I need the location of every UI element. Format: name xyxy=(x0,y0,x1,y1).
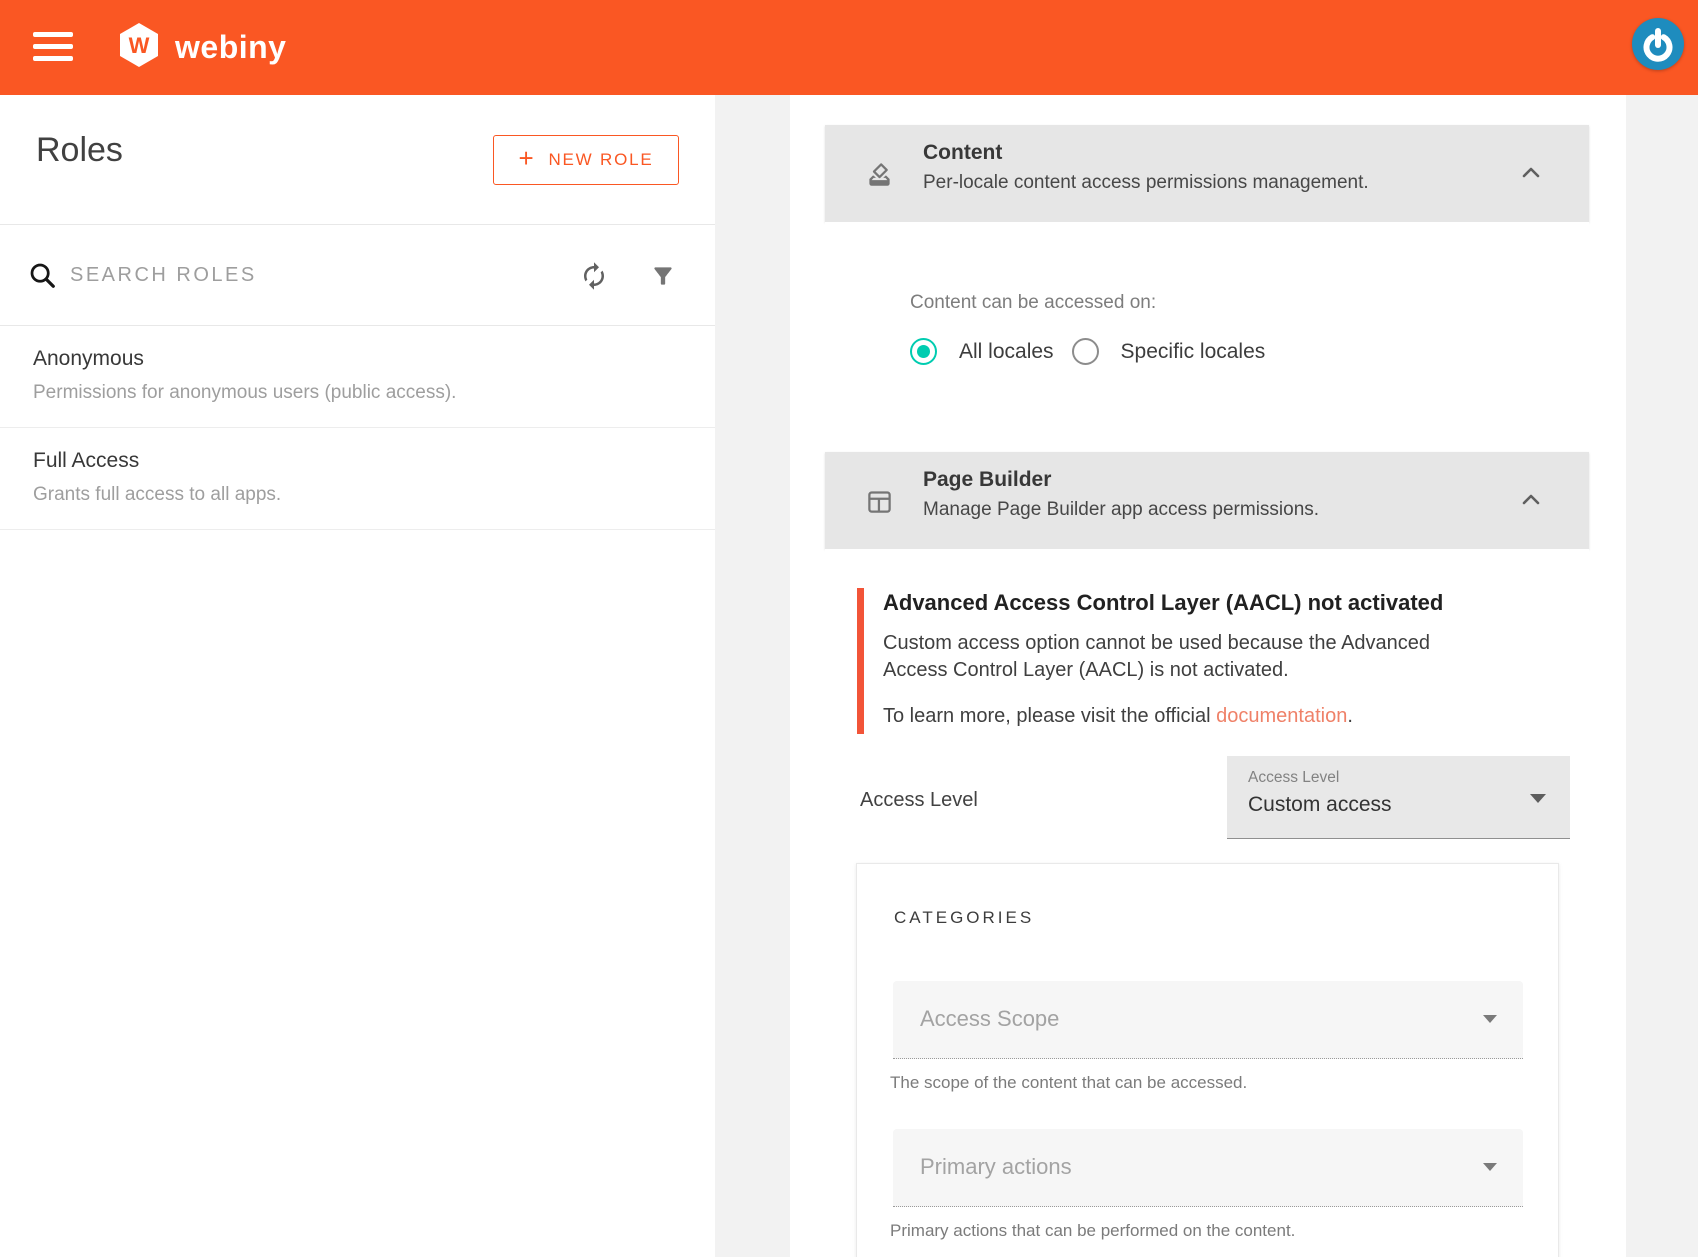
hamburger-menu-icon[interactable] xyxy=(33,32,73,62)
access-scope-select[interactable]: Access Scope xyxy=(893,981,1523,1059)
page-builder-section-body: Advanced Access Control Layer (AACL) not… xyxy=(825,549,1589,1257)
roles-list-header: Roles + NEW ROLE xyxy=(0,95,715,225)
user-avatar[interactable] xyxy=(1632,18,1684,70)
chevron-up-icon[interactable] xyxy=(1518,160,1544,186)
role-description: Grants full access to all apps. xyxy=(33,484,715,506)
content-section-subtitle: Per-locale content access permissions ma… xyxy=(923,172,1369,194)
accordion-header-page-builder[interactable]: Page Builder Manage Page Builder app acc… xyxy=(825,452,1589,549)
role-name: Anonymous xyxy=(33,347,715,371)
select-floating-label: Access Level xyxy=(1248,769,1339,787)
role-name: Full Access xyxy=(33,449,715,473)
dropdown-arrow-icon xyxy=(1530,794,1546,803)
top-app-bar: W webiny xyxy=(0,0,1698,95)
warning-link-line: To learn more, please visit the official… xyxy=(883,705,1497,728)
categories-heading: CATEGORIES xyxy=(894,908,1034,928)
refresh-icon[interactable] xyxy=(579,261,609,291)
page-builder-section-subtitle: Manage Page Builder app access permissio… xyxy=(923,499,1319,521)
radio-all-locales-label: All locales xyxy=(959,340,1054,364)
accordion-titles: Page Builder Manage Page Builder app acc… xyxy=(923,468,1319,521)
primary-actions-select[interactable]: Primary actions xyxy=(893,1129,1523,1207)
permissions-accordion: Content Per-locale content access permis… xyxy=(825,125,1589,1257)
access-level-row: Access Level Access Level Custom access xyxy=(860,756,1570,839)
access-scope-placeholder: Access Scope xyxy=(920,1006,1059,1032)
access-level-select[interactable]: Access Level Custom access xyxy=(1227,756,1570,839)
warning-link-prefix: To learn more, please visit the official xyxy=(883,705,1216,727)
brand-wordmark: webiny xyxy=(175,29,286,66)
content-section-title: Content xyxy=(923,141,1369,165)
documentation-link[interactable]: documentation xyxy=(1216,705,1347,727)
locales-radio-group: All locales Specific locales xyxy=(910,338,1265,365)
webiny-logo[interactable]: W webiny xyxy=(116,22,286,73)
search-icon xyxy=(27,260,57,290)
warning-body: Custom access option cannot be used beca… xyxy=(883,630,1483,684)
svg-text:W: W xyxy=(129,33,150,58)
webiny-hexagon-icon: W xyxy=(116,22,162,73)
aacl-warning-alert: Advanced Access Control Layer (AACL) not… xyxy=(857,588,1497,734)
content-permissions-icon xyxy=(866,161,893,188)
filter-icon[interactable] xyxy=(650,263,676,289)
locales-question-label: Content can be accessed on: xyxy=(910,292,1156,314)
radio-all-locales[interactable] xyxy=(910,338,937,365)
access-scope-helper-text: The scope of the content that can be acc… xyxy=(890,1073,1247,1093)
warning-link-suffix: . xyxy=(1347,705,1353,727)
page-builder-section-title: Page Builder xyxy=(923,468,1319,492)
new-role-button[interactable]: + NEW ROLE xyxy=(493,135,679,185)
accordion-titles: Content Per-locale content access permis… xyxy=(923,141,1369,194)
plus-icon: + xyxy=(518,143,535,174)
new-role-button-label: NEW ROLE xyxy=(548,150,653,170)
categories-card: CATEGORIES Access Scope The scope of the… xyxy=(856,863,1559,1257)
chevron-up-icon[interactable] xyxy=(1518,487,1544,513)
radio-specific-locales-label: Specific locales xyxy=(1121,340,1266,364)
access-level-selected-value: Custom access xyxy=(1248,793,1392,817)
primary-actions-placeholder: Primary actions xyxy=(920,1154,1072,1180)
search-bar xyxy=(0,225,715,326)
role-permissions-panel: Content Per-locale content access permis… xyxy=(790,95,1626,1257)
content-section-body: Content can be accessed on: All locales … xyxy=(825,222,1589,452)
warning-title: Advanced Access Control Layer (AACL) not… xyxy=(883,590,1497,616)
radio-specific-locales[interactable] xyxy=(1072,338,1099,365)
page-builder-icon xyxy=(866,488,893,515)
page-title: Roles xyxy=(36,131,123,170)
role-list-item-full-access[interactable]: Full Access Grants full access to all ap… xyxy=(0,428,715,530)
webiny-admin-app: W webiny Roles + NEW ROLE xyxy=(0,0,1698,1257)
dropdown-arrow-icon xyxy=(1483,1163,1497,1171)
accordion-header-content[interactable]: Content Per-locale content access permis… xyxy=(825,125,1589,222)
access-level-label: Access Level xyxy=(860,789,978,812)
role-description: Permissions for anonymous users (public … xyxy=(33,382,715,404)
search-input[interactable] xyxy=(70,264,450,287)
dropdown-arrow-icon xyxy=(1483,1015,1497,1023)
primary-actions-helper-text: Primary actions that can be performed on… xyxy=(890,1221,1295,1241)
role-list-item-anonymous[interactable]: Anonymous Permissions for anonymous user… xyxy=(0,326,715,428)
roles-list-panel: Roles + NEW ROLE xyxy=(0,95,715,1257)
